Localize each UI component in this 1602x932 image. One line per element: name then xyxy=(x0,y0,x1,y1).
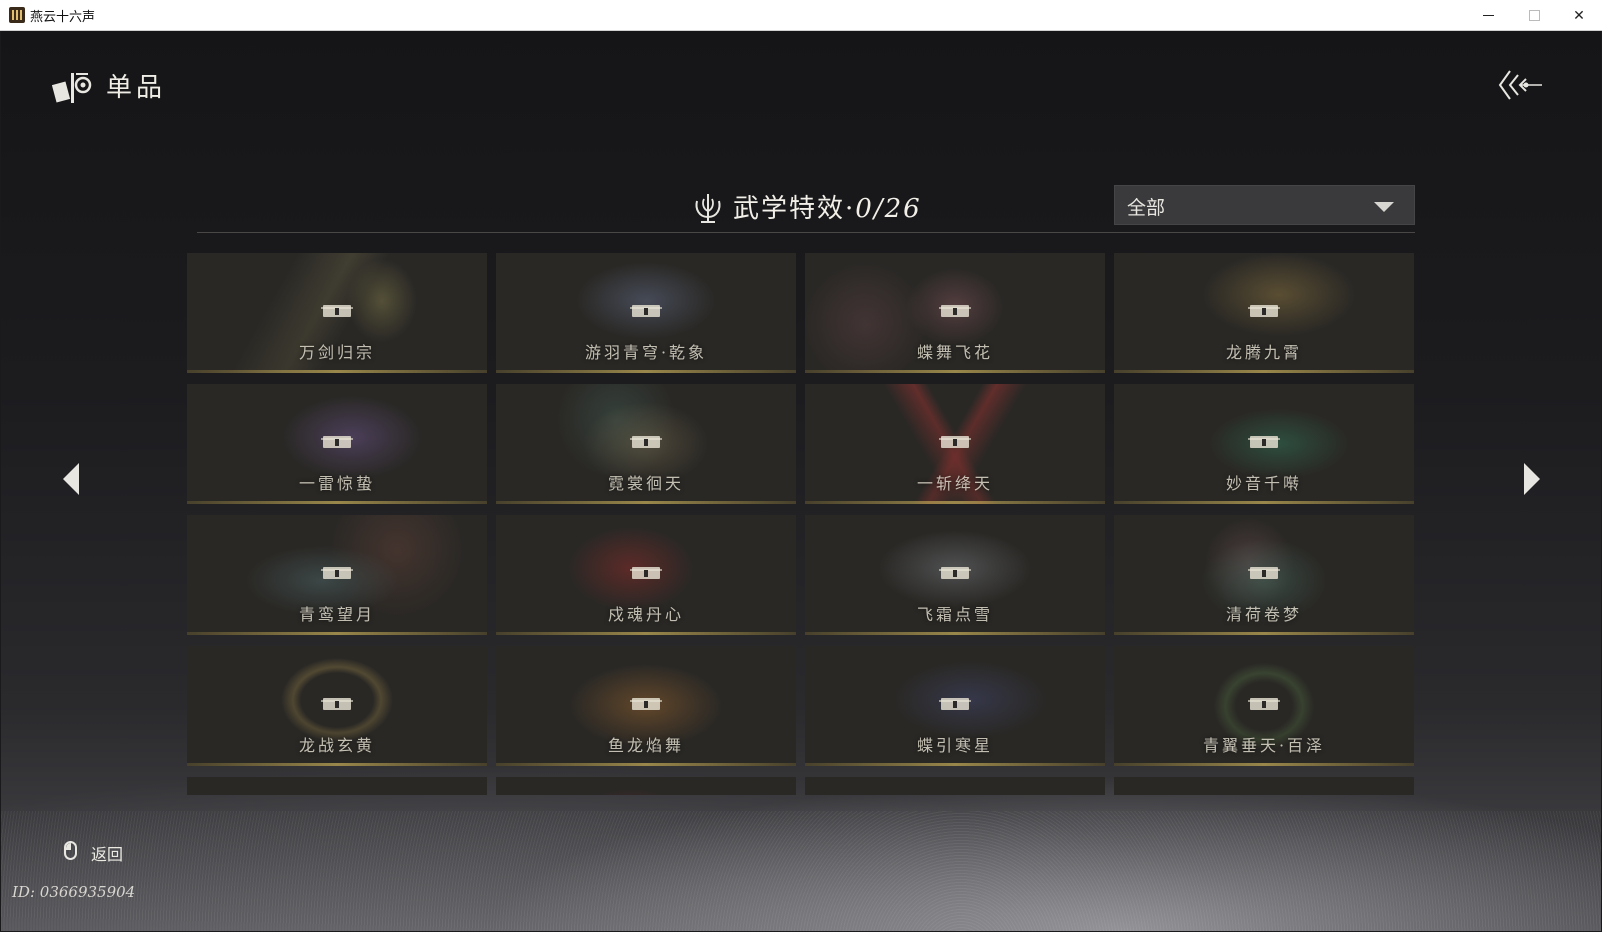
locked-overlay xyxy=(187,777,487,795)
lock-icon xyxy=(1248,436,1280,448)
effect-name: 清荷卷梦 xyxy=(1225,605,1302,624)
effect-card[interactable]: 妙音千啭 xyxy=(1114,384,1414,504)
chevron-down-icon xyxy=(1374,202,1394,212)
effect-card[interactable]: 一斩绛天 xyxy=(805,384,1105,504)
effect-card[interactable]: 蝶舞飞花 xyxy=(805,253,1105,373)
lock-icon xyxy=(630,305,662,317)
close-button[interactable]: ✕ xyxy=(1556,0,1602,31)
caret-left-icon[interactable] xyxy=(63,463,79,495)
effect-name: 万剑归宗 xyxy=(298,343,375,362)
lock-icon xyxy=(321,436,353,448)
filter-value: 全部 xyxy=(1127,197,1166,219)
effect-card[interactable]: 青翼垂天·百泽 xyxy=(1114,646,1414,766)
minimize-button[interactable] xyxy=(1465,0,1511,31)
window-title: 燕云十六声 xyxy=(30,10,96,25)
collection-name: 武学特效 xyxy=(733,194,846,224)
lock-icon xyxy=(321,698,353,710)
locked-overlay xyxy=(496,777,796,795)
effect-card[interactable]: 蝶引寒星 xyxy=(805,646,1105,766)
triple-chevron-back-icon[interactable] xyxy=(1496,67,1544,103)
effect-card[interactable]: 青鸾望月 xyxy=(187,515,487,635)
lock-icon xyxy=(321,305,353,317)
collection-count: 0/26 xyxy=(855,194,922,224)
effect-name: 蝶引寒星 xyxy=(916,736,993,755)
effect-name: 飞霜点雪 xyxy=(916,605,993,624)
lock-icon xyxy=(939,305,971,317)
effect-card[interactable]: 龙腾九霄 xyxy=(1114,253,1414,373)
effect-card[interactable]: 飞霜点雪 xyxy=(805,515,1105,635)
lock-icon xyxy=(939,698,971,710)
lock-icon xyxy=(321,567,353,579)
section-title: 单品 xyxy=(106,73,167,103)
lock-icon xyxy=(630,698,662,710)
maximize-button[interactable] xyxy=(1511,0,1557,31)
mouse-right-click-icon xyxy=(64,841,77,860)
effect-card[interactable]: 鱼龙焰舞 xyxy=(496,646,796,766)
lotus-emblem-icon xyxy=(695,194,721,223)
effect-name: 游羽青穹·乾象 xyxy=(584,343,708,362)
effect-card[interactable]: 霓裳徊天 xyxy=(496,384,796,504)
effect-name: 龙战玄黄 xyxy=(298,736,375,755)
lock-icon xyxy=(939,567,971,579)
effect-name: 一斩绛天 xyxy=(916,474,993,493)
effects-grid: 万剑归宗 游羽青穹·乾象 蝶舞飞花 龙腾九霄一雷惊蛰 霓裳徊天 一斩绛天 妙音千啭青鸾望月 戍… xyxy=(187,253,1417,795)
effect-card[interactable] xyxy=(1114,777,1414,795)
collection-separator: · xyxy=(845,194,856,224)
lock-icon xyxy=(939,436,971,448)
effect-card[interactable] xyxy=(496,777,796,795)
player-id: ID: 0366935904 xyxy=(12,883,136,901)
effect-name: 妙音千啭 xyxy=(1225,474,1302,493)
locked-overlay xyxy=(1114,777,1414,795)
effect-card[interactable]: 龙战玄黄 xyxy=(187,646,487,766)
back-button[interactable]: 返回 xyxy=(91,841,123,865)
effect-card[interactable]: 戍魂丹心 xyxy=(496,515,796,635)
effect-name: 龙腾九霄 xyxy=(1225,343,1302,362)
locked-overlay xyxy=(805,777,1105,795)
effect-card[interactable]: 一雷惊蛰 xyxy=(187,384,487,504)
effect-card[interactable]: 游羽青穹·乾象 xyxy=(496,253,796,373)
game-viewport: 单品 武学特效·0/26 全部 万剑归宗 游羽青穹·乾象 蝶舞飞花 龙腾九霄一雷惊蛰 霓… xyxy=(1,31,1601,931)
effect-card[interactable]: 清荷卷梦 xyxy=(1114,515,1414,635)
effect-name: 青鸾望月 xyxy=(298,605,375,624)
effect-name: 一雷惊蛰 xyxy=(298,474,375,493)
effect-name: 鱼龙焰舞 xyxy=(607,736,684,755)
effect-name: 青翼垂天·百泽 xyxy=(1202,736,1326,755)
lock-icon xyxy=(630,567,662,579)
app-icon xyxy=(9,7,25,23)
effect-card[interactable]: 万剑归宗 xyxy=(187,253,487,373)
lock-icon xyxy=(630,436,662,448)
collection-scroll-icon xyxy=(52,73,92,103)
lock-icon xyxy=(1248,567,1280,579)
effect-name: 蝶舞飞花 xyxy=(916,343,993,362)
effect-name: 戍魂丹心 xyxy=(607,605,684,624)
collection-title: 武学特效·0/26 xyxy=(733,188,922,225)
lock-icon xyxy=(1248,698,1280,710)
lock-icon xyxy=(1248,305,1280,317)
window-titlebar: 燕云十六声 ✕ xyxy=(0,0,1602,31)
effect-card[interactable] xyxy=(187,777,487,795)
effect-card[interactable] xyxy=(805,777,1105,795)
filter-dropdown[interactable]: 全部 xyxy=(1114,185,1415,225)
effect-name: 霓裳徊天 xyxy=(607,474,684,493)
caret-right-icon[interactable] xyxy=(1524,463,1540,495)
